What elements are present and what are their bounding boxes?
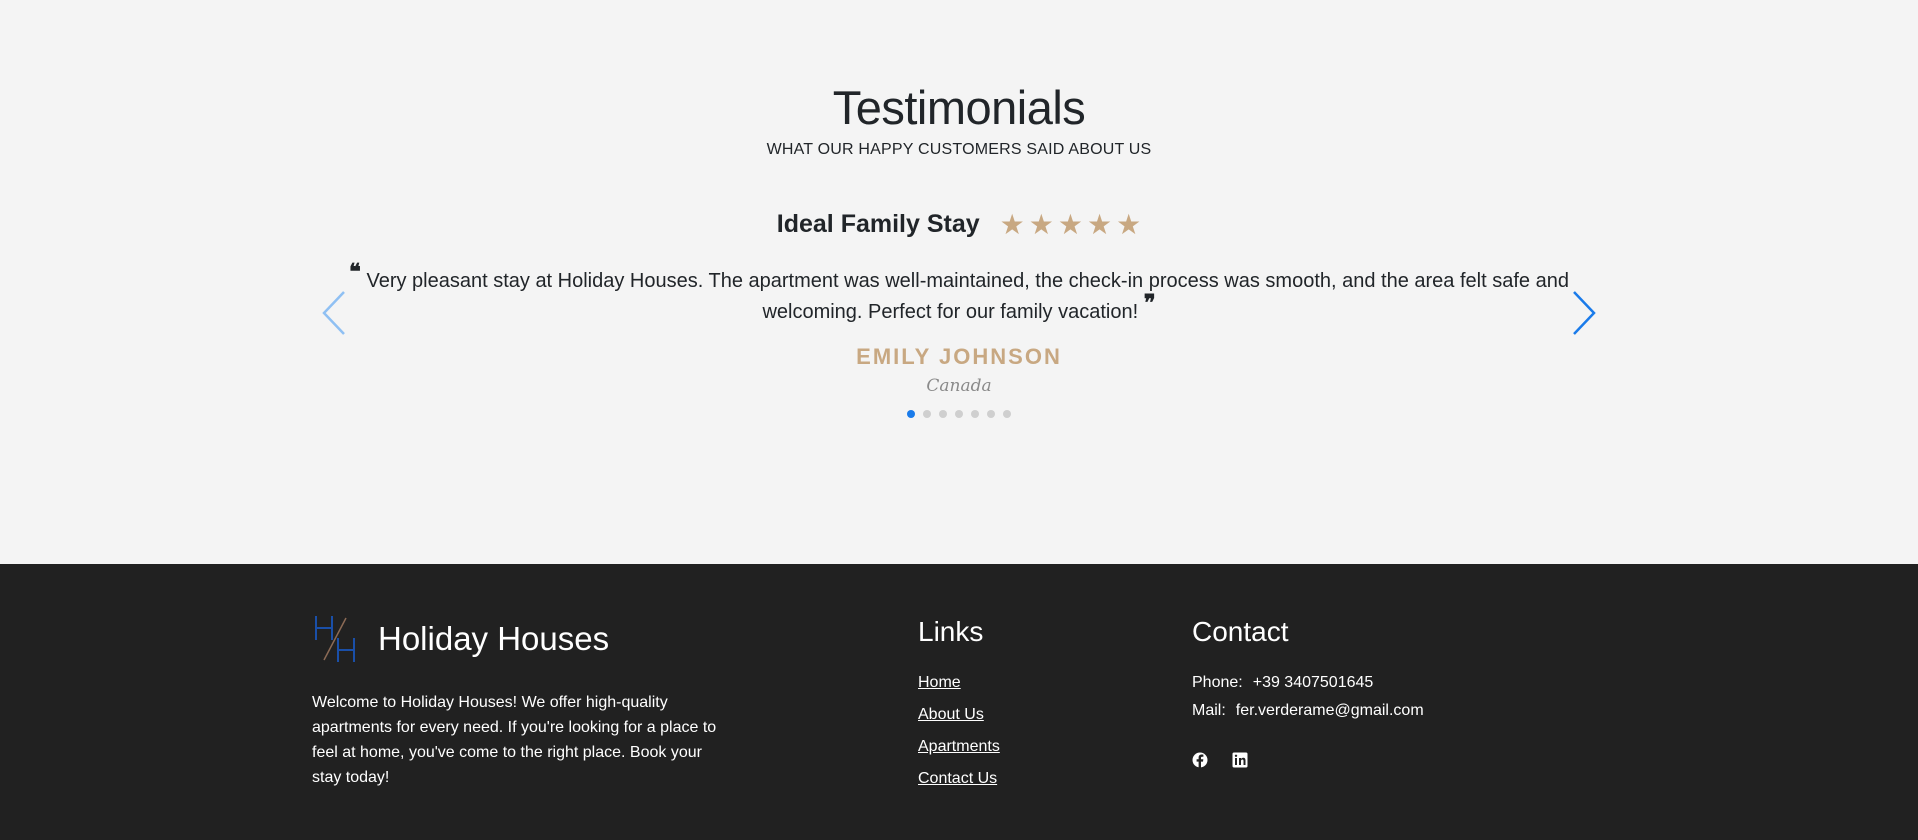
- review-author: EMILY JOHNSON: [856, 344, 1062, 369]
- footer-link-apartments[interactable]: Apartments: [918, 738, 1000, 755]
- review-header: Ideal Family Stay ★ ★ ★ ★ ★: [0, 210, 1918, 239]
- rating-stars: ★ ★ ★ ★ ★: [999, 208, 1142, 240]
- footer-about-text: Welcome to Holiday Houses! We offer high…: [312, 694, 717, 786]
- carousel-dot[interactable]: [971, 410, 979, 418]
- review-text: ❝ Very pleasant stay at Holiday Houses. …: [330, 259, 1588, 327]
- carousel-dot[interactable]: [907, 410, 915, 418]
- footer-link-home[interactable]: Home: [918, 674, 961, 691]
- star-icon: ★: [1086, 208, 1113, 240]
- phone-label: Phone:: [1192, 674, 1243, 691]
- review-body: Very pleasant stay at Holiday Houses. Th…: [366, 270, 1569, 323]
- site-footer: Holiday Houses Welcome to Holiday Houses…: [0, 564, 1918, 840]
- star-icon: ★: [999, 208, 1025, 240]
- brand-name: Holiday Houses: [378, 620, 610, 657]
- section-subtitle: WHAT OUR HAPPY CUSTOMERS SAID ABOUT US: [766, 141, 1152, 158]
- mail-value: fer.verderame@gmail.com: [1235, 702, 1424, 719]
- star-icon: ★: [1116, 208, 1142, 240]
- star-icon: ★: [1057, 208, 1083, 240]
- facebook-icon[interactable]: [1192, 752, 1208, 768]
- star-icon: ★: [1028, 208, 1054, 240]
- footer-links: Home About Us Apartments Contact Us: [918, 674, 1000, 802]
- linkedin-icon[interactable]: [1232, 752, 1248, 768]
- review-country: Canada: [926, 376, 992, 396]
- footer-link-contact[interactable]: Contact Us: [918, 770, 997, 787]
- review-title: Ideal Family Stay: [776, 210, 980, 238]
- links-heading: Links: [918, 616, 984, 647]
- contact-phone-row: Phone: +39 3407501645: [1192, 674, 1424, 702]
- chevron-right-icon: [1573, 291, 1596, 335]
- section-title: Testimonials: [832, 81, 1086, 134]
- footer-link-about[interactable]: About Us: [918, 706, 984, 723]
- carousel-dot[interactable]: [955, 410, 963, 418]
- social-links: [1192, 752, 1248, 768]
- carousel-dot[interactable]: [939, 410, 947, 418]
- logo-icon: [315, 616, 355, 662]
- contact-info: Phone: +39 3407501645 Mail: fer.verderame@…: [1192, 674, 1424, 730]
- phone-value: +39 3407501645: [1252, 674, 1374, 691]
- contact-mail-row: Mail: fer.verderame@gmail.com: [1192, 702, 1424, 730]
- carousel-indicators: [0, 410, 1918, 418]
- mail-label: Mail:: [1192, 702, 1226, 719]
- carousel-next-button[interactable]: [1568, 290, 1598, 336]
- quote-open-icon: ❝: [349, 259, 361, 285]
- carousel-dot[interactable]: [987, 410, 995, 418]
- testimonials-section: Testimonials WHAT OUR HAPPY CUSTOMERS SA…: [0, 0, 1918, 564]
- contact-heading: Contact: [1192, 616, 1289, 647]
- carousel-dot[interactable]: [1003, 410, 1011, 418]
- footer-brand[interactable]: Holiday Houses: [312, 612, 609, 666]
- carousel-dot[interactable]: [923, 410, 931, 418]
- quote-close-icon: ❞: [1143, 290, 1156, 316]
